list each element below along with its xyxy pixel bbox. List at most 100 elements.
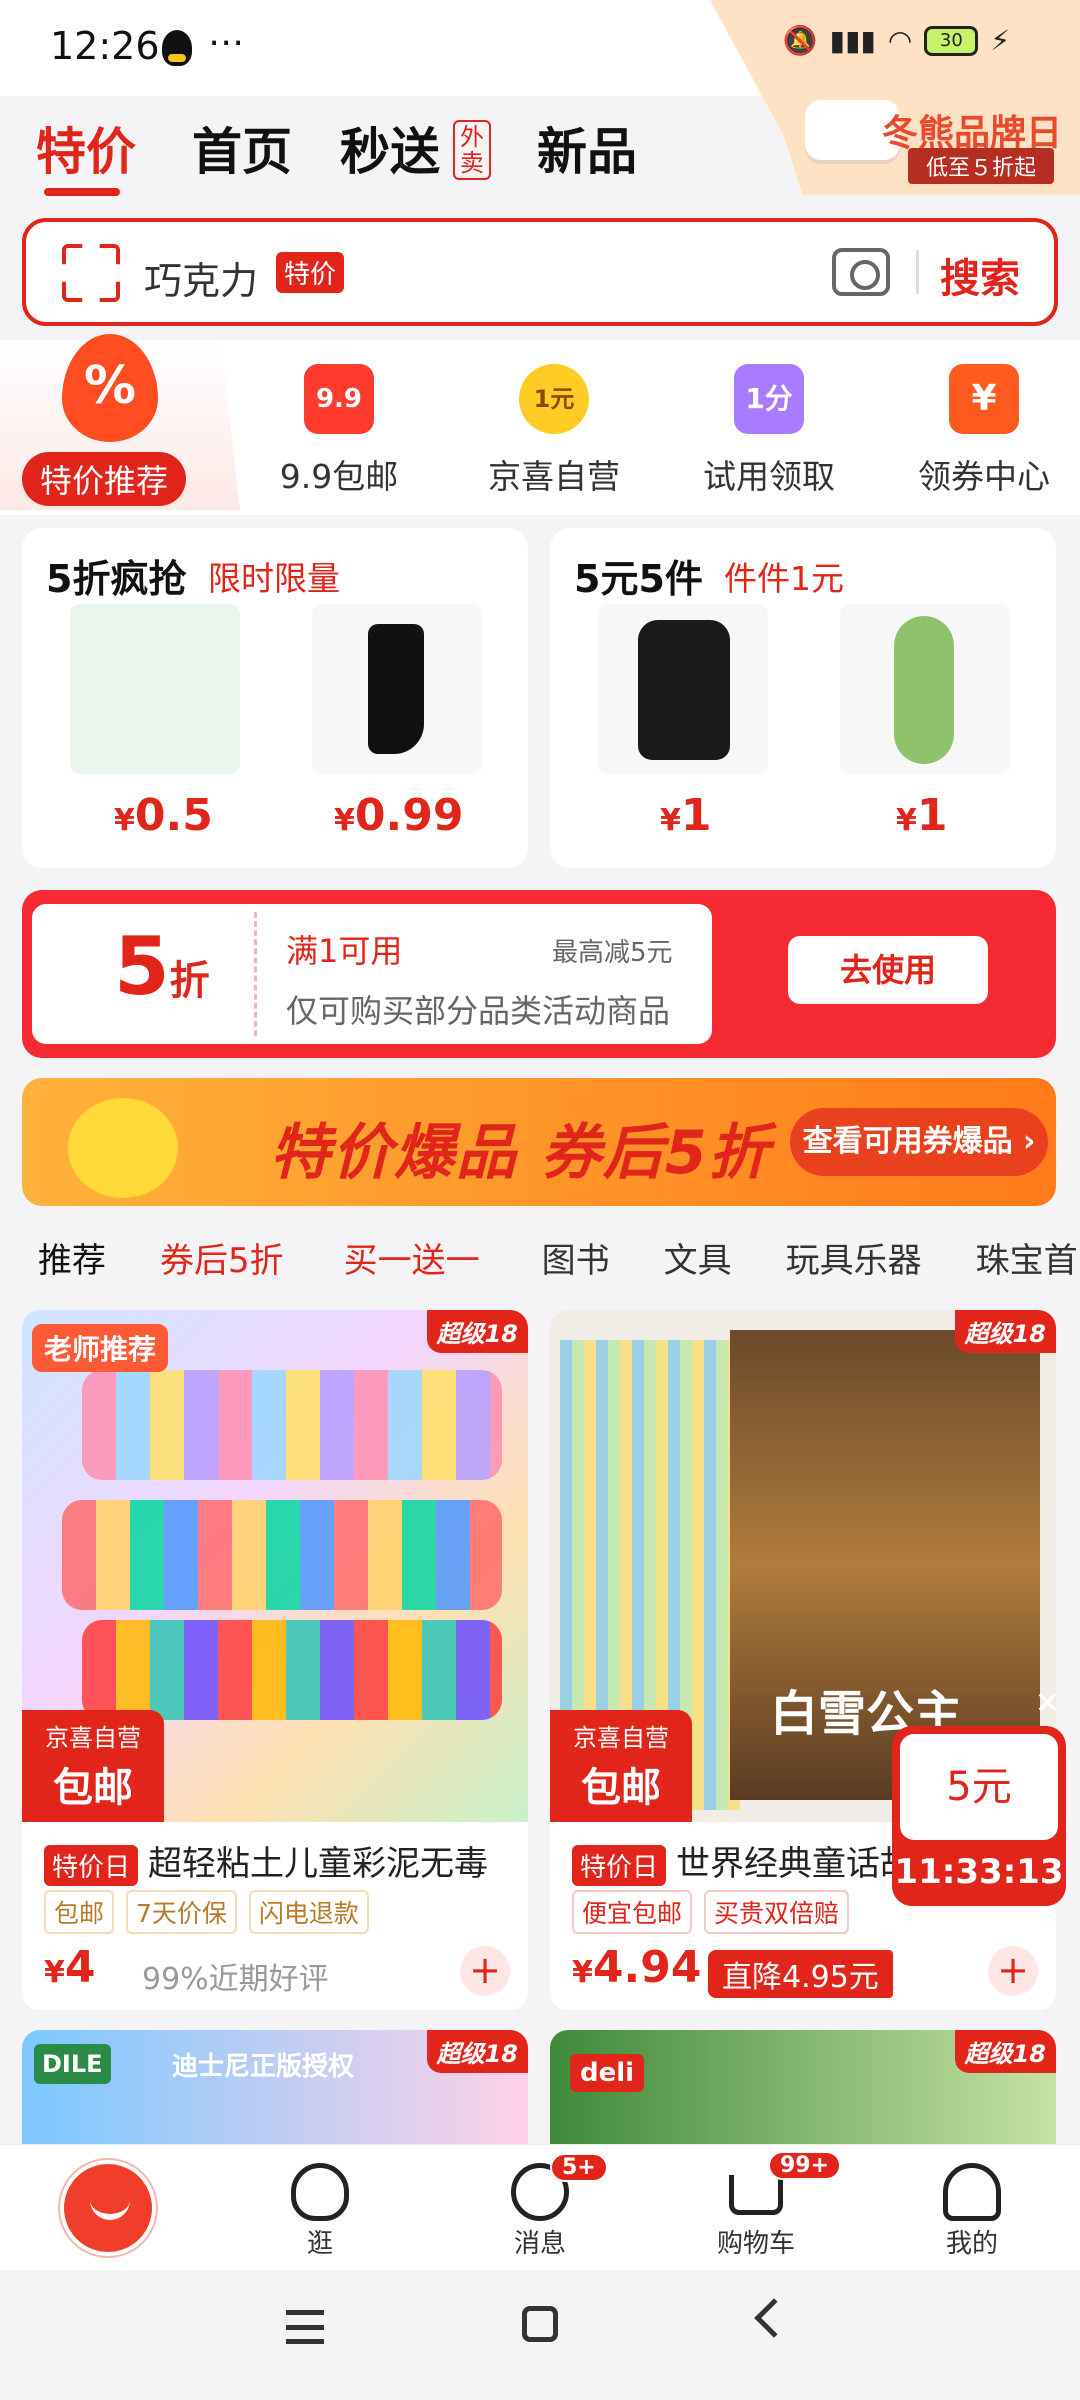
service-chips: 便宜包邮 买贵双倍赔 — [572, 1890, 850, 1934]
battery-icon: 30 — [924, 25, 979, 56]
quick-item-label: 京喜自营 — [488, 457, 620, 496]
quick-item-99[interactable]: 9.9 9.9包邮 — [264, 340, 414, 515]
quick-item-label: 试用领取 — [703, 457, 835, 496]
self-operated-badge: 京喜自营 包邮 — [22, 1710, 164, 1822]
category-tabs: 推荐 券后5折 买一送一 图书 文具 玩具乐器 珠宝首 — [0, 1222, 1080, 1292]
back-icon[interactable] — [754, 2298, 794, 2338]
deal-price: ¥0.5 — [114, 790, 213, 841]
banner-title: 特价爆品 券后5折 — [270, 1118, 771, 1188]
deal-card-half-price[interactable]: 5折疯抢 限时限量 ¥0.5 ¥0.99 — [22, 528, 528, 868]
browse-icon — [291, 2163, 349, 2221]
special-day-tag: 特价日 — [572, 1845, 667, 1886]
coupon-body: 5折 满1可用 最高减5元 仅可购买部分品类活动商品 — [32, 904, 712, 1044]
chip: 买贵双倍赔 — [704, 1890, 850, 1934]
category-tab[interactable]: 珠宝首 — [976, 1233, 1078, 1282]
chip: 7天价保 — [126, 1890, 237, 1934]
gift-box-icon: 9.9 — [304, 364, 374, 434]
product-thumb-socks[interactable] — [312, 604, 482, 774]
wifi-icon: ◠ — [887, 24, 913, 57]
quick-item-coupon[interactable]: ¥ 领券中心 — [909, 340, 1059, 515]
tab-new[interactable]: 新品 — [537, 112, 637, 184]
nav-label: 我的 — [945, 2229, 998, 2259]
status-time: 12:26 — [50, 24, 160, 68]
camera-icon[interactable] — [832, 248, 890, 296]
qq-icon — [162, 30, 192, 66]
deal-card-five-yuan[interactable]: 5元5件 件件1元 ¥1 ¥1 — [550, 528, 1056, 868]
price-drop-tag: 直降4.95元 — [708, 1950, 893, 1998]
coupon-divider — [254, 912, 257, 1036]
super18-badge: 超级18 — [954, 2030, 1056, 2073]
super18-badge: 超级18 — [426, 1310, 528, 1353]
system-navigation-bar — [0, 2270, 1080, 2400]
view-deals-button[interactable]: 查看可用券爆品 › — [790, 1108, 1048, 1176]
close-icon[interactable]: ✕ — [1035, 1686, 1060, 1721]
promo-subtitle: 低至５折起 — [907, 148, 1054, 184]
chip: 便宜包邮 — [572, 1890, 693, 1934]
category-tab[interactable]: 买一送一 — [344, 1233, 480, 1282]
product-thumb-insoles[interactable] — [840, 604, 1010, 774]
tab-tejia[interactable]: 特价 — [36, 112, 136, 184]
deal-price: ¥0.99 — [334, 790, 464, 841]
nav-cart[interactable]: 购物车 99+ — [686, 2145, 842, 2260]
category-tab[interactable]: 玩具乐器 — [786, 1233, 922, 1282]
quick-item-label: 领券中心 — [918, 457, 1050, 496]
coupon-value: 5折 — [114, 920, 210, 1013]
review-note: 99%近期好评 — [142, 1962, 329, 1997]
menu-icon[interactable] — [286, 2310, 324, 2344]
search-keyword[interactable]: 巧克力 — [144, 250, 258, 305]
home-icon[interactable] — [522, 2306, 558, 2342]
bag-icon: 1分 — [734, 364, 804, 434]
product-title: 特价日 超轻粘土儿童彩泥无毒 — [44, 1836, 488, 1886]
more-dots-icon: ⋯ — [208, 22, 244, 63]
home-mascot-icon[interactable] — [60, 2160, 156, 2256]
charging-icon: ⚡ — [990, 24, 1010, 57]
cart-icon — [729, 2175, 783, 2215]
cart-badge: 99+ — [768, 2151, 842, 2180]
category-tab[interactable]: 推荐 — [38, 1233, 106, 1282]
nav-profile[interactable]: 我的 — [902, 2145, 1042, 2260]
quick-item-label[interactable]: 特价推荐 — [22, 452, 187, 506]
search-divider — [916, 250, 919, 294]
self-operated-badge: 京喜自营 包邮 — [550, 1710, 692, 1822]
search-bar[interactable]: 巧克力 特价 搜索 — [22, 218, 1058, 326]
add-to-cart-button[interactable]: + — [460, 1946, 510, 1996]
search-tag: 特价 — [276, 252, 345, 293]
quick-item-label: 9.9包邮 — [279, 457, 399, 496]
mascot-image — [68, 1098, 178, 1198]
use-coupon-button[interactable]: 去使用 — [788, 936, 988, 1004]
tab-home[interactable]: 首页 — [192, 112, 292, 184]
product-thumb-wipes[interactable] — [70, 604, 240, 774]
product-thumb-trashbags[interactable] — [598, 604, 768, 774]
hot-deals-banner[interactable]: 特价爆品 券后5折 查看可用券爆品 › — [22, 1078, 1056, 1206]
tab-miaosong[interactable]: 秒送 — [340, 112, 440, 184]
scan-icon[interactable] — [62, 244, 120, 302]
product-card-clay[interactable]: 老师推荐 超级18 京喜自营 包邮 特价日 超轻粘土儿童彩泥无毒 包邮 7天价保 … — [22, 1310, 528, 2010]
super18-badge: 超级18 — [954, 1310, 1056, 1353]
coupon-icon: ¥ — [949, 364, 1019, 434]
brand-logo: deli — [570, 2054, 645, 2092]
coupon-condition: 满1可用 — [286, 932, 403, 970]
nav-messages[interactable]: 消息 5+ — [470, 2145, 610, 2260]
quick-item-jingxi[interactable]: 1元 京喜自营 — [479, 340, 629, 515]
deal-subtitle: 件件1元 — [724, 559, 844, 598]
product-price: ¥4 — [44, 1942, 96, 1993]
quick-item-trial[interactable]: 1分 试用领取 — [694, 340, 844, 515]
floating-coupon-timer[interactable]: 5元 11:33:13 ✕ — [892, 1686, 1066, 1906]
add-to-cart-button[interactable]: + — [988, 1946, 1038, 1996]
active-tab-indicator — [44, 188, 120, 196]
timer-amount: 5元 — [900, 1734, 1058, 1840]
category-tab[interactable]: 图书 — [542, 1233, 610, 1282]
badge-icon: 1元 — [519, 364, 589, 434]
nav-browse[interactable]: 逛 — [250, 2145, 390, 2260]
quick-entries: % 特价推荐 9.9 9.9包邮 1元 京喜自营 1分 试用领取 ¥ 领券中心 — [0, 334, 1080, 515]
nav-label: 购物车 — [716, 2229, 795, 2259]
category-tab[interactable]: 券后5折 — [160, 1233, 284, 1282]
search-button[interactable]: 搜索 — [940, 246, 1020, 304]
profile-icon — [943, 2163, 1001, 2221]
license-tag: 迪士尼正版授权 — [172, 2052, 355, 2082]
coupon-card[interactable]: 5折 满1可用 最高减5元 仅可购买部分品类活动商品 去使用 — [22, 890, 1056, 1058]
category-tab[interactable]: 文具 — [664, 1233, 732, 1282]
signal-icon: ▮▮▮ — [829, 24, 876, 57]
service-chips: 包邮 7天价保 闪电退款 — [44, 1890, 369, 1934]
chip: 包邮 — [44, 1890, 115, 1934]
